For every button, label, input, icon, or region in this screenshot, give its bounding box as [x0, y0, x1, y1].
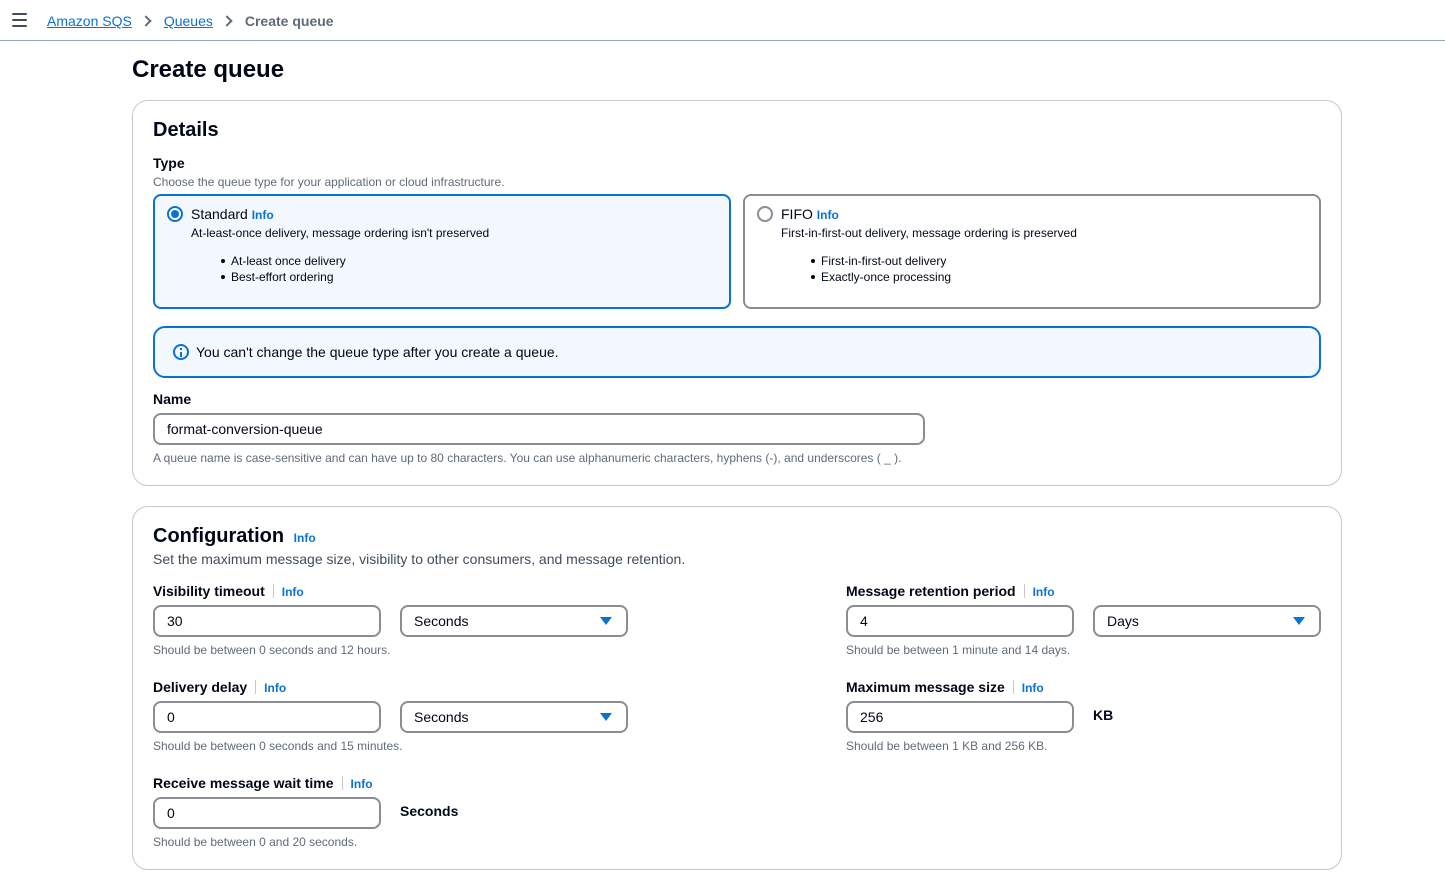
info-circle-icon [173, 344, 189, 360]
receive-wait-time-info-link[interactable]: Info [351, 777, 373, 791]
fifo-subtitle: First-in-first-out delivery, message ord… [781, 226, 1077, 240]
retention-period-label-row: Message retention period Info [846, 583, 1055, 599]
retention-period-input[interactable]: 4 [846, 605, 1074, 637]
breadcrumb-amazon-sqs[interactable]: Amazon SQS [47, 13, 132, 29]
receive-wait-time-input[interactable]: 0 [153, 797, 381, 829]
page-title: Create queue [132, 56, 285, 83]
receive-wait-time-label: Receive message wait time [153, 775, 334, 791]
visibility-timeout-label: Visibility timeout [153, 583, 265, 599]
delivery-delay-info-link[interactable]: Info [264, 681, 286, 695]
delivery-delay-label-row: Delivery delay Info [153, 679, 286, 695]
fifo-radio[interactable] [757, 206, 773, 222]
type-description: Choose the queue type for your applicati… [153, 175, 505, 189]
delivery-delay-unit-select[interactable]: Seconds [400, 701, 628, 733]
fifo-bullets: First-in-first-out delivery Exactly-once… [809, 253, 951, 285]
configuration-info-link[interactable]: Info [294, 531, 316, 545]
standard-subtitle: At-least-once delivery, message ordering… [191, 226, 490, 240]
receive-wait-time-unit: Seconds [400, 803, 459, 819]
breadcrumb-queues[interactable]: Queues [164, 13, 213, 29]
visibility-timeout-input[interactable]: 30 [153, 605, 381, 637]
list-item: Best-effort ordering [219, 269, 346, 285]
list-item: Exactly-once processing [809, 269, 951, 285]
details-panel: Details Type Choose the queue type for y… [132, 100, 1342, 486]
retention-period-info-link[interactable]: Info [1033, 585, 1055, 599]
queue-type-info-alert: You can't change the queue type after yo… [153, 326, 1321, 378]
receive-wait-time-label-row: Receive message wait time Info [153, 775, 373, 791]
delivery-delay-label: Delivery delay [153, 679, 248, 695]
caret-down-icon [600, 713, 612, 721]
max-message-size-label-row: Maximum message size Info [846, 679, 1044, 695]
configuration-heading-row: Configuration Info [153, 525, 316, 548]
standard-bullets: At-least once delivery Best-effort order… [219, 253, 346, 285]
configuration-heading: Configuration [153, 525, 285, 547]
fifo-title: FIFO [781, 206, 813, 222]
list-item: First-in-first-out delivery [809, 253, 951, 269]
receive-wait-time-hint: Should be between 0 and 20 seconds. [153, 835, 358, 849]
top-navigation-bar: Amazon SQS Queues Create queue [0, 0, 1445, 41]
fifo-title-row: FIFO Info [781, 206, 839, 222]
queue-type-fifo-tile[interactable]: FIFO Info First-in-first-out delivery, m… [743, 194, 1321, 309]
max-message-size-unit: KB [1093, 707, 1114, 723]
details-heading: Details [153, 119, 219, 141]
queue-name-input[interactable]: format-conversion-queue [153, 413, 925, 445]
max-message-size-info-link[interactable]: Info [1022, 681, 1044, 695]
retention-period-unit-value: Days [1107, 613, 1139, 629]
chevron-right-icon [221, 15, 233, 27]
caret-down-icon [600, 617, 612, 625]
max-message-size-input[interactable]: 256 [846, 701, 1074, 733]
type-label: Type [153, 155, 185, 171]
visibility-timeout-label-row: Visibility timeout Info [153, 583, 304, 599]
queue-type-standard-tile[interactable]: Standard Info At-least-once delivery, me… [153, 194, 731, 309]
retention-period-label: Message retention period [846, 583, 1016, 599]
delivery-delay-unit-value: Seconds [414, 709, 469, 725]
name-hint: A queue name is case-sensitive and can h… [153, 451, 902, 465]
standard-title-row: Standard Info [191, 206, 274, 222]
standard-radio[interactable] [167, 206, 183, 222]
retention-period-unit-select[interactable]: Days [1093, 605, 1321, 637]
retention-period-hint: Should be between 1 minute and 14 days. [846, 643, 1071, 657]
max-message-size-hint: Should be between 1 KB and 256 KB. [846, 739, 1048, 753]
fifo-info-link[interactable]: Info [817, 208, 839, 222]
hamburger-menu-icon[interactable] [12, 13, 27, 27]
configuration-description: Set the maximum message size, visibility… [153, 551, 686, 567]
configuration-panel: Configuration Info Set the maximum messa… [132, 506, 1342, 870]
standard-title: Standard [191, 206, 248, 222]
delivery-delay-input[interactable]: 0 [153, 701, 381, 733]
breadcrumb-current: Create queue [244, 13, 334, 29]
caret-down-icon [1293, 617, 1305, 625]
chevron-right-icon [140, 15, 152, 27]
visibility-timeout-unit-value: Seconds [414, 613, 469, 629]
name-label: Name [153, 391, 192, 407]
visibility-timeout-hint: Should be between 0 seconds and 12 hours… [153, 643, 391, 657]
standard-info-link[interactable]: Info [252, 208, 274, 222]
max-message-size-label: Maximum message size [846, 679, 1005, 695]
breadcrumb: Amazon SQS Queues Create queue [47, 11, 334, 31]
delivery-delay-hint: Should be between 0 seconds and 15 minut… [153, 739, 403, 753]
list-item: At-least once delivery [219, 253, 346, 269]
visibility-timeout-info-link[interactable]: Info [282, 585, 304, 599]
visibility-timeout-unit-select[interactable]: Seconds [400, 605, 628, 637]
alert-text: You can't change the queue type after yo… [196, 344, 559, 360]
